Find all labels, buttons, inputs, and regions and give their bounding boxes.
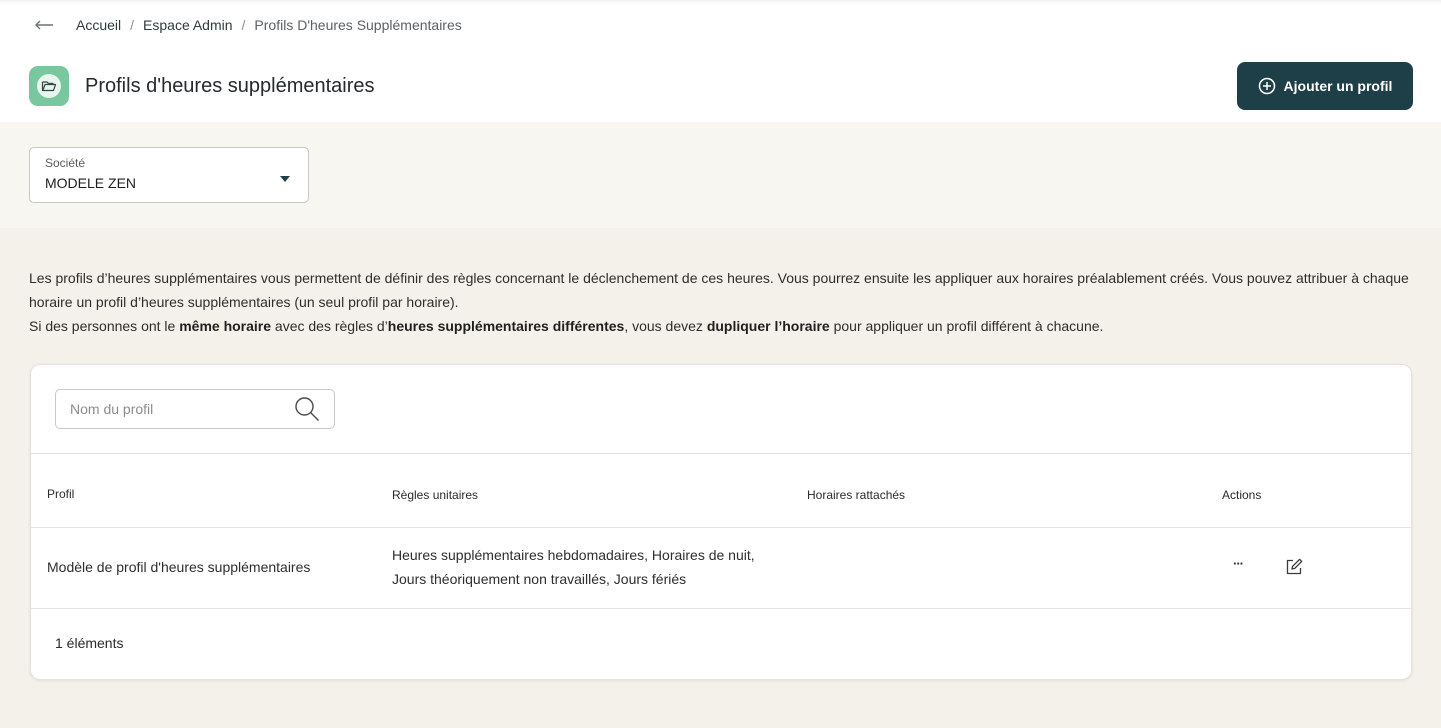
search-input[interactable] (70, 399, 280, 419)
company-select[interactable]: Société MODELE ZEN (29, 147, 309, 203)
description-paragraph-1: Les profils d’heures supplémentaires vou… (29, 270, 1409, 310)
breadcrumb-separator: / (241, 17, 246, 33)
column-header-horaires[interactable]: Horaires rattachés (807, 488, 905, 502)
cell-regles-line-1: Heures supplémentaires hebdomadaires, Ho… (392, 547, 755, 563)
breadcrumb-admin[interactable]: Espace Admin (143, 17, 233, 33)
caret-down-icon (280, 176, 290, 182)
top-header: Accueil / Espace Admin / Profils D'heure… (0, 0, 1441, 122)
more-icon[interactable]: ··· (1228, 557, 1248, 577)
plus-circle-icon (1258, 77, 1275, 95)
search-field (55, 389, 335, 429)
breadcrumb: Accueil / Espace Admin / Profils D'heure… (34, 15, 462, 35)
description-paragraph-2: Si des personnes ont le même horaire ave… (29, 318, 1104, 334)
cell-profil: Modèle de profil d'heures supplémentaire… (47, 559, 311, 575)
breadcrumb-current: Profils D'heures Supplémentaires (254, 17, 462, 33)
add-profile-button[interactable]: Ajouter un profil (1237, 62, 1413, 110)
folder-open-icon (29, 66, 69, 106)
description-text: Les profils d’heures supplémentaires vou… (29, 266, 1409, 338)
divider (31, 608, 1411, 609)
back-arrow-icon[interactable] (34, 15, 56, 35)
cell-regles-line-2: Jours théoriquement non travaillés, Jour… (392, 571, 687, 587)
company-select-label: Société (45, 156, 86, 170)
breadcrumb-separator: / (130, 17, 135, 33)
item-count: 1 éléments (55, 635, 124, 651)
company-select-value: MODELE ZEN (45, 175, 137, 191)
breadcrumb-home[interactable]: Accueil (76, 17, 121, 33)
search-icon[interactable] (294, 396, 320, 422)
column-header-regles[interactable]: Règles unitaires (392, 488, 478, 502)
page-title: Profils d'heures supplémentaires (85, 74, 375, 97)
edit-icon[interactable] (1284, 557, 1304, 577)
page-title-group: Profils d'heures supplémentaires (29, 66, 375, 106)
column-header-actions: Actions (1222, 488, 1262, 502)
profiles-card: Profil Règles unitaires Horaires rattach… (30, 364, 1412, 680)
divider (31, 453, 1411, 454)
add-profile-label: Ajouter un profil (1283, 78, 1393, 94)
column-header-profil[interactable]: Profil (47, 487, 74, 501)
divider (31, 527, 1411, 528)
